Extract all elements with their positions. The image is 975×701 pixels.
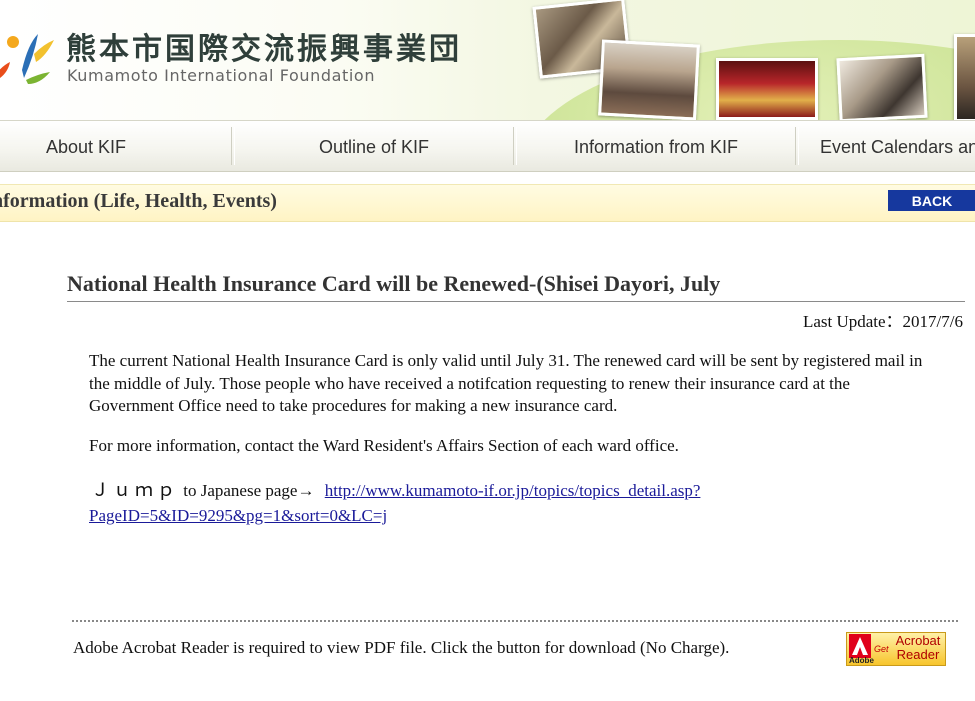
jump-label: Ｊｕｍｐ (91, 480, 179, 501)
acrobat-get-label: Get (874, 644, 889, 654)
adobe-logo-icon (849, 634, 871, 658)
get-acrobat-reader-button[interactable]: Adobe Get Acrobat Reader (846, 632, 946, 666)
acrobat-reader-label: Acrobat Reader (895, 633, 941, 662)
back-button[interactable]: BACK (888, 190, 975, 211)
article-paragraph-1: The current National Health Insurance Ca… (89, 351, 923, 415)
kif-logo-icon[interactable] (0, 22, 58, 88)
acrobat-adobe-label: Adobe (849, 656, 874, 665)
acrobat-notice-text: Adobe Acrobat Reader is required to view… (73, 638, 730, 657)
section-title: nformation (Life, Health, Events) (0, 190, 277, 212)
nav-information-from-kif[interactable]: Information from KIF (516, 121, 796, 171)
header-photo-group (598, 39, 700, 120)
nav-event-calendars[interactable]: Event Calendars an (820, 121, 975, 171)
japanese-page-link[interactable]: http://www.kumamoto-if.or.jp/topics/topi… (89, 481, 700, 525)
header-photo-edge (954, 34, 975, 120)
main-navigation: About KIF Outline of KIF Information fro… (0, 120, 975, 172)
article-title: National Health Insurance Card will be R… (67, 271, 965, 302)
site-header: 熊本市国際交流振興事業団 Kumamoto International Foun… (0, 0, 975, 120)
nav-outline-of-kif[interactable]: Outline of KIF (234, 121, 514, 171)
article-paragraph-2: For more information, contact the Ward R… (89, 436, 679, 455)
jump-to-japanese-line: Ｊｕｍｐ to Japanese page→ http://www.kumamo… (89, 478, 949, 528)
jump-text: to Japanese page→ (183, 481, 315, 500)
header-photo-stage (716, 58, 818, 120)
last-update-date: Last Update：2017/7/6 (802, 312, 963, 331)
footer-divider (72, 620, 958, 622)
nav-about-kif[interactable]: About KIF (0, 121, 202, 171)
logo-japanese-name[interactable]: 熊本市国際交流振興事業団 (66, 24, 462, 68)
logo-english-name[interactable]: Kumamoto International Foundation (67, 66, 375, 85)
nav-separator (795, 127, 799, 165)
header-photo-class (836, 53, 928, 120)
section-title-bar: nformation (Life, Health, Events) (0, 184, 975, 222)
